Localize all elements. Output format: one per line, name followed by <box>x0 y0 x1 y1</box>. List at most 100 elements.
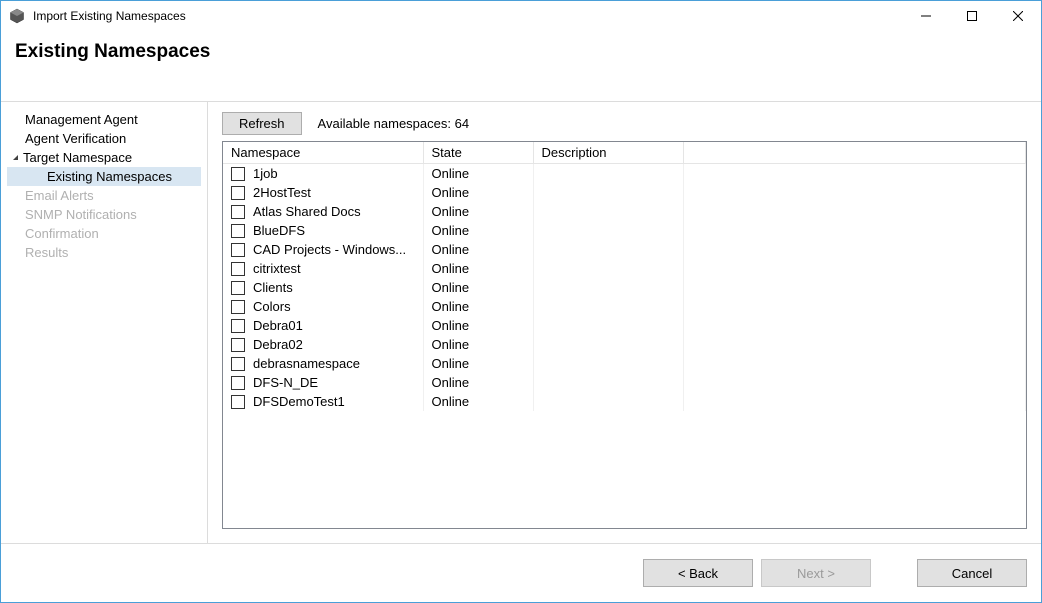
row-checkbox[interactable] <box>231 262 245 276</box>
namespace-name: 2HostTest <box>253 185 311 200</box>
next-button: Next > <box>761 559 871 587</box>
namespace-state: Online <box>423 392 533 411</box>
namespace-state: Online <box>423 354 533 373</box>
namespace-description <box>533 164 683 184</box>
window-controls <box>903 1 1041 31</box>
namespace-description <box>533 278 683 297</box>
chevron-down-icon[interactable] <box>9 152 21 164</box>
column-header[interactable]: Description <box>533 142 683 164</box>
table-row[interactable]: Debra01 Online <box>223 316 1026 335</box>
namespace-name: Debra02 <box>253 337 303 352</box>
table-row[interactable]: citrixtest Online <box>223 259 1026 278</box>
app-icon <box>9 8 25 24</box>
table-row[interactable]: BlueDFS Online <box>223 221 1026 240</box>
sidebar-item-existing-namespaces[interactable]: Existing Namespaces <box>7 167 201 186</box>
column-header[interactable] <box>683 142 1026 164</box>
table-row[interactable]: 2HostTestOnline <box>223 183 1026 202</box>
row-checkbox[interactable] <box>231 338 245 352</box>
table-row[interactable]: DFSDemoTest1Online <box>223 392 1026 411</box>
namespace-state: Online <box>423 335 533 354</box>
window-title: Import Existing Namespaces <box>33 9 186 23</box>
column-header[interactable]: Namespace <box>223 142 423 164</box>
row-checkbox[interactable] <box>231 357 245 371</box>
sidebar-item-label: SNMP Notifications <box>25 207 137 222</box>
namespace-state: Online <box>423 373 533 392</box>
namespace-description <box>533 183 683 202</box>
row-checkbox[interactable] <box>231 395 245 409</box>
row-checkbox[interactable] <box>231 243 245 257</box>
namespace-description <box>533 392 683 411</box>
namespace-description <box>533 259 683 278</box>
sidebar-item-confirmation: Confirmation <box>7 224 201 243</box>
minimize-button[interactable] <box>903 1 949 31</box>
table-row[interactable]: Colors Online <box>223 297 1026 316</box>
namespace-name: Atlas Shared Docs <box>253 204 361 219</box>
sidebar-item-target-namespace[interactable]: Target Namespace <box>7 148 201 167</box>
namespace-name: 1job <box>253 166 278 181</box>
namespace-description <box>533 316 683 335</box>
namespace-state: Online <box>423 240 533 259</box>
sidebar-item-label: Confirmation <box>25 226 99 241</box>
namespace-state: Online <box>423 164 533 184</box>
row-checkbox[interactable] <box>231 376 245 390</box>
table-row[interactable]: 1job Online <box>223 164 1026 184</box>
sidebar-item-label: Existing Namespaces <box>47 169 172 184</box>
namespaces-table: NamespaceStateDescription 1jobOnline2Hos… <box>223 142 1026 411</box>
column-header[interactable]: State <box>423 142 533 164</box>
namespace-description <box>533 202 683 221</box>
sidebar-item-email-alerts: Email Alerts <box>7 186 201 205</box>
sidebar-item-snmp-notifications: SNMP Notifications <box>7 205 201 224</box>
namespaces-table-scroll[interactable]: NamespaceStateDescription 1jobOnline2Hos… <box>223 142 1026 528</box>
namespace-name: Clients <box>253 280 293 295</box>
sidebar-item-label: Email Alerts <box>25 188 94 203</box>
namespace-name: Debra01 <box>253 318 303 333</box>
namespace-state: Online <box>423 278 533 297</box>
namespace-state: Online <box>423 297 533 316</box>
table-row[interactable]: Atlas Shared Docs Online <box>223 202 1026 221</box>
row-checkbox[interactable] <box>231 281 245 295</box>
namespace-description <box>533 221 683 240</box>
namespace-name: BlueDFS <box>253 223 305 238</box>
row-checkbox[interactable] <box>231 300 245 314</box>
sidebar-item-management-agent[interactable]: Management Agent <box>7 110 201 129</box>
wizard-footer: < Back Next > Cancel <box>1 544 1041 602</box>
wizard-header: Existing Namespaces <box>1 31 1041 73</box>
table-row[interactable]: CAD Projects - Windows...Online <box>223 240 1026 259</box>
namespace-description <box>533 335 683 354</box>
close-button[interactable] <box>995 1 1041 31</box>
namespace-state: Online <box>423 202 533 221</box>
content-toolbar: Refresh Available namespaces: 64 <box>222 112 1027 135</box>
namespace-description <box>533 240 683 259</box>
wizard-body: Management Agent Agent Verification Target… <box>1 101 1041 544</box>
namespace-description <box>533 373 683 392</box>
table-row[interactable]: Clients Online <box>223 278 1026 297</box>
row-checkbox[interactable] <box>231 224 245 238</box>
table-row[interactable]: DFS-N_DEOnline <box>223 373 1026 392</box>
namespace-name: citrixtest <box>253 261 301 276</box>
table-row[interactable]: Debra02 Online <box>223 335 1026 354</box>
title-bar: Import Existing Namespaces <box>1 1 1041 31</box>
row-checkbox[interactable] <box>231 319 245 333</box>
namespace-name: Colors <box>253 299 291 314</box>
namespace-state: Online <box>423 316 533 335</box>
refresh-button[interactable]: Refresh <box>222 112 302 135</box>
available-namespaces-label: Available namespaces: 64 <box>318 116 470 131</box>
sidebar-item-label: Agent Verification <box>25 131 126 146</box>
namespace-state: Online <box>423 259 533 278</box>
sidebar-item-label: Target Namespace <box>23 150 132 165</box>
sidebar-item-agent-verification[interactable]: Agent Verification <box>7 129 201 148</box>
sidebar-item-results: Results <box>7 243 201 262</box>
table-row[interactable]: debrasnamespaceOnline <box>223 354 1026 373</box>
row-checkbox[interactable] <box>231 186 245 200</box>
namespace-description <box>533 297 683 316</box>
wizard-steps-sidebar: Management Agent Agent Verification Target… <box>1 102 207 543</box>
back-button[interactable]: < Back <box>643 559 753 587</box>
sidebar-item-label: Results <box>25 245 68 260</box>
row-checkbox[interactable] <box>231 205 245 219</box>
namespace-state: Online <box>423 221 533 240</box>
page-title: Existing Namespaces <box>15 41 1027 63</box>
maximize-button[interactable] <box>949 1 995 31</box>
row-checkbox[interactable] <box>231 167 245 181</box>
wizard-window: Import Existing Namespaces Existing Name… <box>0 0 1042 603</box>
cancel-button[interactable]: Cancel <box>917 559 1027 587</box>
